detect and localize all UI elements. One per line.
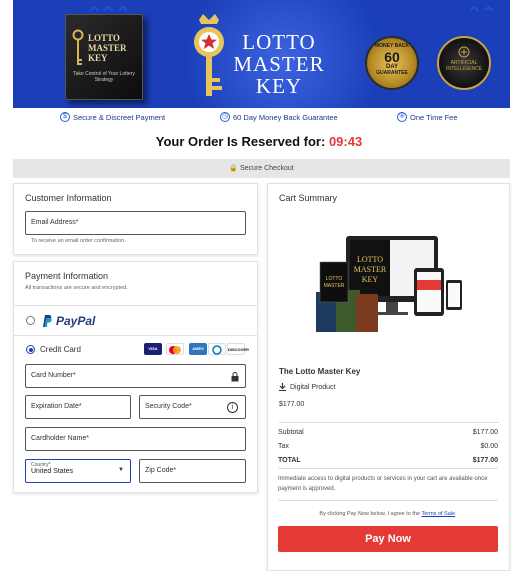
logo-key-icon	[194, 14, 224, 96]
total-label: TOTAL	[278, 457, 301, 464]
pay-now-button[interactable]: Pay Now	[278, 526, 498, 552]
zip-placeholder: Zip Code*	[145, 467, 177, 474]
email-field[interactable]: Email Address*	[25, 211, 246, 235]
terms-suffix: .	[455, 511, 457, 517]
product-name: The Lotto Master Key	[279, 367, 361, 376]
card-number-placeholder: Card Number*	[31, 372, 76, 379]
subtotal-label: Subtotal	[278, 429, 304, 436]
trust-item-secure-label: Secure & Discreet Payment	[73, 112, 166, 122]
divider	[278, 468, 498, 469]
hero-banner: ⌃⌃⌃ ⌃⌃ LOTTO MASTER KEY Take Control of …	[13, 0, 510, 108]
mastercard-icon	[166, 343, 184, 355]
divider	[279, 422, 499, 423]
security-code-input[interactable]: Security Code* i	[139, 395, 246, 419]
total-row: TOTAL $177.00	[278, 457, 498, 464]
access-note: Immediate access to digital products or …	[278, 476, 488, 492]
product-price: $177.00	[279, 401, 305, 408]
amex-card-icon: AMEX	[189, 343, 207, 355]
svg-text:KEY: KEY	[362, 275, 379, 284]
reserved-label: Your Order Is Reserved for:	[155, 134, 326, 149]
total-value: $177.00	[472, 457, 498, 464]
ai-brain-icon	[458, 46, 470, 58]
book-title-line1: LOTTO	[88, 33, 120, 43]
paypal-radio[interactable]	[26, 316, 35, 325]
order-reserved-heading: Your Order Is Reserved for: 09:43	[0, 134, 518, 149]
logo-line1: LOTTO	[242, 30, 316, 54]
visa-card-icon: VISA	[144, 343, 162, 355]
trust-item-guarantee-label: 60 Day Money Back Guarantee	[233, 112, 338, 122]
book-title-line2: MASTER	[88, 43, 127, 53]
card-number-input[interactable]: Card Number*	[25, 364, 246, 388]
cardholder-placeholder: Cardholder Name*	[31, 435, 89, 442]
payment-info-subheading: All transactions are secure and encrypte…	[25, 285, 128, 291]
info-icon[interactable]: i	[227, 402, 238, 413]
terms-of-sale-link[interactable]: Terms of Sale	[421, 511, 455, 517]
credit-card-radio[interactable]	[26, 345, 35, 354]
country-value: United States	[31, 468, 74, 475]
email-hint: To receive an email order confirmation.	[31, 238, 126, 244]
book-title-line3: KEY	[88, 53, 108, 63]
clock-icon: ◷	[220, 112, 230, 122]
logo-line3: KEY	[255, 74, 303, 98]
ai-seal-text: ARTIFICIAL INTELLIGENCE	[445, 60, 483, 72]
ai-seal: ARTIFICIAL INTELLIGENCE	[437, 36, 491, 90]
subtotal-value: $177.00	[472, 429, 498, 436]
expiration-date-input[interactable]: Expiration Date*	[25, 395, 131, 419]
diners-card-icon	[208, 343, 226, 355]
seal-days-number: 60	[384, 49, 400, 65]
svg-text:MASTER: MASTER	[354, 265, 387, 274]
terms-prefix: By clicking Pay Now below, I agree to th…	[319, 511, 420, 517]
secure-checkout-bar: 🔒 Secure Checkout	[13, 159, 510, 178]
email-placeholder: Email Address*	[31, 219, 79, 226]
cart-summary-heading: Cart Summary	[279, 193, 338, 203]
lock-icon: 🔒	[229, 165, 239, 172]
product-type-label: Digital Product	[290, 383, 336, 391]
trust-item-onetime-label: One Time Fee	[410, 112, 458, 122]
lock-icon	[231, 372, 239, 382]
product-book-image: LOTTO MASTER KEY Take Control of Your Lo…	[65, 14, 143, 100]
brand-logo-text: LOTTO MASTER KEY	[229, 31, 329, 97]
svg-text:LOTTO: LOTTO	[326, 276, 343, 282]
arrows-decoration-right: ⌃⌃	[465, 2, 498, 27]
discover-card-icon: DISCOVER	[227, 343, 249, 355]
svg-text:MASTER: MASTER	[324, 283, 345, 289]
logo-line2: MASTER	[233, 52, 325, 76]
money-back-seal: MONEY BACK 60 DAY GUARANTEE	[365, 36, 419, 90]
book-subtitle: Take Control of Your Lottery Strategy	[73, 71, 135, 83]
divider	[278, 500, 498, 501]
secure-checkout-label: Secure Checkout	[239, 165, 294, 172]
payment-info-panel: Payment Information All transactions are…	[13, 261, 258, 493]
shield-icon: ⛨	[397, 112, 407, 122]
customer-info-panel: Customer Information Email Address* To r…	[13, 183, 258, 255]
credit-card-label[interactable]: Credit Card	[40, 345, 81, 354]
cardholder-name-input[interactable]: Cardholder Name*	[25, 427, 246, 451]
paypal-icon	[43, 315, 52, 327]
customer-info-heading: Customer Information	[25, 193, 112, 203]
book-key-icon	[72, 29, 84, 65]
tax-label: Tax	[278, 443, 289, 450]
download-icon	[279, 383, 286, 391]
expiration-placeholder: Expiration Date*	[31, 403, 82, 410]
zip-code-input[interactable]: Zip Code*	[139, 459, 246, 483]
product-mockup-image: LOTTO MASTER KEY LOTTO MASTER	[316, 236, 462, 332]
trust-item-guarantee: ◷ 60 Day Money Back Guarantee	[220, 112, 338, 122]
dollar-shield-icon: $	[60, 112, 70, 122]
subtotal-row: Subtotal $177.00	[278, 429, 498, 436]
paypal-label: PayPal	[56, 314, 96, 328]
terms-agreement: By clicking Pay Now below, I agree to th…	[278, 511, 498, 517]
paypal-option[interactable]: PayPal	[14, 305, 257, 336]
countdown-timer: 09:43	[328, 134, 363, 149]
chevron-down-icon: ▼	[118, 467, 124, 473]
country-select[interactable]: Country* United States ▼	[25, 459, 131, 483]
trust-badges-row: $ Secure & Discreet Payment ◷ 60 Day Mon…	[0, 112, 518, 126]
trust-item-onetime: ⛨ One Time Fee	[397, 112, 458, 122]
security-code-placeholder: Security Code*	[145, 403, 192, 410]
tax-value: $0.00	[480, 443, 498, 450]
product-type: Digital Product	[279, 383, 336, 391]
payment-info-heading: Payment Information	[25, 271, 109, 281]
svg-text:LOTTO: LOTTO	[357, 255, 383, 264]
tax-row: Tax $0.00	[278, 443, 498, 450]
seal-bottom-text: GUARANTEE	[376, 70, 408, 76]
trust-item-secure: $ Secure & Discreet Payment	[60, 112, 165, 122]
